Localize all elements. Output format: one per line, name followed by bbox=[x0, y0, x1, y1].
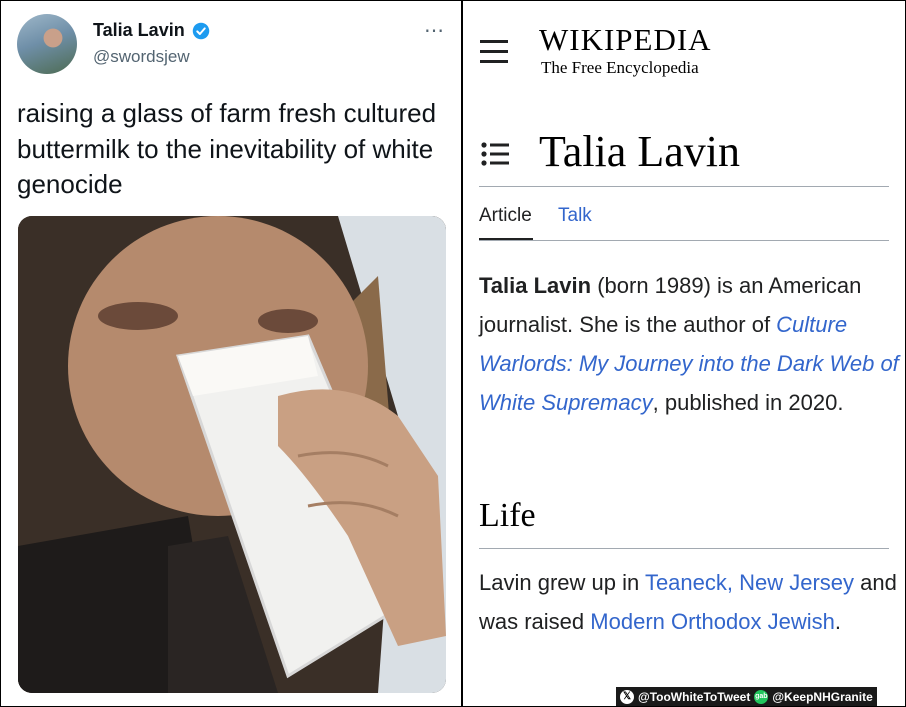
teaneck-link[interactable]: Teaneck, New Jersey bbox=[645, 570, 854, 595]
life-text-3: . bbox=[834, 609, 841, 634]
menu-icon[interactable] bbox=[480, 40, 508, 64]
table-of-contents-icon[interactable] bbox=[481, 142, 511, 166]
section-heading-life: Life bbox=[479, 497, 536, 534]
title-rule bbox=[479, 186, 889, 187]
verified-badge-icon bbox=[192, 22, 210, 40]
life-paragraph: Lavin grew up in Teaneck, New Jersey and… bbox=[479, 563, 899, 641]
lead-text-2: , published in 2020. bbox=[652, 390, 844, 415]
modern-orthodox-link[interactable]: Modern Orthodox Jewish bbox=[590, 609, 835, 634]
life-text-1: Lavin grew up in bbox=[479, 570, 645, 595]
avatar[interactable] bbox=[17, 14, 77, 74]
gab-logo-icon: gab bbox=[754, 689, 769, 704]
photo-illustration bbox=[18, 216, 446, 693]
watermark-x-handle: @TooWhiteToTweet bbox=[638, 689, 751, 704]
section-rule bbox=[479, 548, 889, 549]
watermark-gab-handle: @KeepNHGranite bbox=[772, 689, 873, 704]
tweet-photo[interactable] bbox=[18, 216, 446, 693]
wikipedia-tagline: The Free Encyclopedia bbox=[541, 58, 699, 77]
tab-article[interactable]: Article bbox=[479, 205, 532, 227]
display-name[interactable]: Talia Lavin bbox=[93, 20, 185, 41]
wikipedia-article: WIKIPEDIA The Free Encyclopedia Talia La… bbox=[463, 0, 906, 707]
x-logo-icon: 𝕏 bbox=[620, 689, 634, 704]
watermark: 𝕏 @TooWhiteToTweet gab @KeepNHGranite bbox=[616, 687, 877, 706]
lead-paragraph: Talia Lavin (born 1989) is an American j… bbox=[479, 266, 899, 422]
tab-talk[interactable]: Talk bbox=[558, 205, 592, 227]
page-title: Talia Lavin bbox=[539, 127, 740, 176]
subject-name: Talia Lavin bbox=[479, 273, 592, 298]
tweet-text: raising a glass of farm fresh cultured b… bbox=[17, 98, 437, 199]
wikipedia-wordmark[interactable]: WIKIPEDIA bbox=[539, 22, 712, 58]
user-handle[interactable]: @swordsjew bbox=[93, 47, 190, 67]
tweet-card: Talia Lavin @swordsjew ⋯ raising a glass… bbox=[0, 0, 461, 707]
more-options-icon[interactable]: ⋯ bbox=[424, 18, 445, 43]
tabs-rule bbox=[479, 240, 889, 241]
